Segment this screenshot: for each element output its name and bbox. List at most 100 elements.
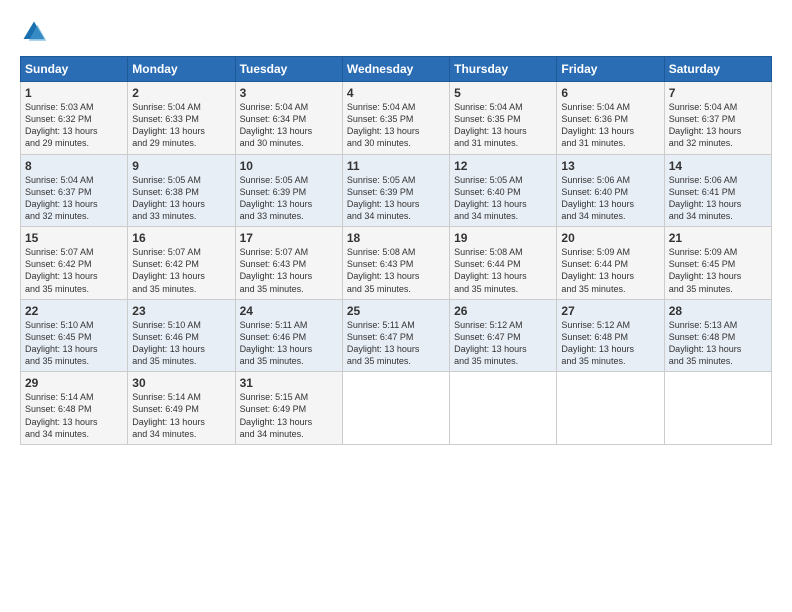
day-number: 27 [561, 304, 659, 318]
day-number: 26 [454, 304, 552, 318]
day-info: Sunrise: 5:06 AMSunset: 6:40 PMDaylight:… [561, 174, 659, 223]
day-cell: 29Sunrise: 5:14 AMSunset: 6:48 PMDayligh… [21, 372, 128, 445]
header-cell-wednesday: Wednesday [342, 57, 449, 82]
day-cell: 15Sunrise: 5:07 AMSunset: 6:42 PMDayligh… [21, 227, 128, 300]
day-cell: 8Sunrise: 5:04 AMSunset: 6:37 PMDaylight… [21, 154, 128, 227]
day-cell: 24Sunrise: 5:11 AMSunset: 6:46 PMDayligh… [235, 299, 342, 372]
day-number: 6 [561, 86, 659, 100]
day-number: 1 [25, 86, 123, 100]
logo-icon [20, 18, 48, 46]
header [20, 18, 772, 46]
day-cell: 6Sunrise: 5:04 AMSunset: 6:36 PMDaylight… [557, 82, 664, 155]
header-cell-sunday: Sunday [21, 57, 128, 82]
day-info: Sunrise: 5:12 AMSunset: 6:48 PMDaylight:… [561, 319, 659, 368]
day-number: 23 [132, 304, 230, 318]
day-cell: 7Sunrise: 5:04 AMSunset: 6:37 PMDaylight… [664, 82, 771, 155]
day-cell: 2Sunrise: 5:04 AMSunset: 6:33 PMDaylight… [128, 82, 235, 155]
day-number: 21 [669, 231, 767, 245]
day-info: Sunrise: 5:05 AMSunset: 6:38 PMDaylight:… [132, 174, 230, 223]
day-info: Sunrise: 5:05 AMSunset: 6:40 PMDaylight:… [454, 174, 552, 223]
day-info: Sunrise: 5:11 AMSunset: 6:47 PMDaylight:… [347, 319, 445, 368]
day-cell: 13Sunrise: 5:06 AMSunset: 6:40 PMDayligh… [557, 154, 664, 227]
calendar-table: SundayMondayTuesdayWednesdayThursdayFrid… [20, 56, 772, 445]
day-cell: 31Sunrise: 5:15 AMSunset: 6:49 PMDayligh… [235, 372, 342, 445]
day-cell: 3Sunrise: 5:04 AMSunset: 6:34 PMDaylight… [235, 82, 342, 155]
day-info: Sunrise: 5:08 AMSunset: 6:44 PMDaylight:… [454, 246, 552, 295]
day-number: 12 [454, 159, 552, 173]
day-cell [450, 372, 557, 445]
header-cell-friday: Friday [557, 57, 664, 82]
day-info: Sunrise: 5:05 AMSunset: 6:39 PMDaylight:… [347, 174, 445, 223]
day-info: Sunrise: 5:04 AMSunset: 6:35 PMDaylight:… [454, 101, 552, 150]
day-info: Sunrise: 5:06 AMSunset: 6:41 PMDaylight:… [669, 174, 767, 223]
day-cell: 30Sunrise: 5:14 AMSunset: 6:49 PMDayligh… [128, 372, 235, 445]
day-number: 29 [25, 376, 123, 390]
day-number: 11 [347, 159, 445, 173]
day-info: Sunrise: 5:04 AMSunset: 6:37 PMDaylight:… [25, 174, 123, 223]
day-number: 16 [132, 231, 230, 245]
header-cell-saturday: Saturday [664, 57, 771, 82]
day-number: 30 [132, 376, 230, 390]
day-info: Sunrise: 5:05 AMSunset: 6:39 PMDaylight:… [240, 174, 338, 223]
day-info: Sunrise: 5:13 AMSunset: 6:48 PMDaylight:… [669, 319, 767, 368]
day-cell: 17Sunrise: 5:07 AMSunset: 6:43 PMDayligh… [235, 227, 342, 300]
day-info: Sunrise: 5:08 AMSunset: 6:43 PMDaylight:… [347, 246, 445, 295]
week-row-4: 22Sunrise: 5:10 AMSunset: 6:45 PMDayligh… [21, 299, 772, 372]
day-info: Sunrise: 5:07 AMSunset: 6:42 PMDaylight:… [25, 246, 123, 295]
page: SundayMondayTuesdayWednesdayThursdayFrid… [0, 0, 792, 612]
day-cell: 11Sunrise: 5:05 AMSunset: 6:39 PMDayligh… [342, 154, 449, 227]
day-number: 14 [669, 159, 767, 173]
day-info: Sunrise: 5:07 AMSunset: 6:42 PMDaylight:… [132, 246, 230, 295]
day-info: Sunrise: 5:03 AMSunset: 6:32 PMDaylight:… [25, 101, 123, 150]
day-number: 5 [454, 86, 552, 100]
day-cell: 9Sunrise: 5:05 AMSunset: 6:38 PMDaylight… [128, 154, 235, 227]
day-info: Sunrise: 5:14 AMSunset: 6:49 PMDaylight:… [132, 391, 230, 440]
day-number: 10 [240, 159, 338, 173]
day-info: Sunrise: 5:15 AMSunset: 6:49 PMDaylight:… [240, 391, 338, 440]
day-cell: 22Sunrise: 5:10 AMSunset: 6:45 PMDayligh… [21, 299, 128, 372]
day-cell: 27Sunrise: 5:12 AMSunset: 6:48 PMDayligh… [557, 299, 664, 372]
day-number: 2 [132, 86, 230, 100]
day-info: Sunrise: 5:04 AMSunset: 6:34 PMDaylight:… [240, 101, 338, 150]
day-cell [342, 372, 449, 445]
week-row-5: 29Sunrise: 5:14 AMSunset: 6:48 PMDayligh… [21, 372, 772, 445]
day-info: Sunrise: 5:12 AMSunset: 6:47 PMDaylight:… [454, 319, 552, 368]
day-info: Sunrise: 5:10 AMSunset: 6:45 PMDaylight:… [25, 319, 123, 368]
day-cell: 19Sunrise: 5:08 AMSunset: 6:44 PMDayligh… [450, 227, 557, 300]
day-info: Sunrise: 5:04 AMSunset: 6:35 PMDaylight:… [347, 101, 445, 150]
day-cell: 26Sunrise: 5:12 AMSunset: 6:47 PMDayligh… [450, 299, 557, 372]
day-cell [664, 372, 771, 445]
day-number: 13 [561, 159, 659, 173]
day-info: Sunrise: 5:11 AMSunset: 6:46 PMDaylight:… [240, 319, 338, 368]
day-cell: 18Sunrise: 5:08 AMSunset: 6:43 PMDayligh… [342, 227, 449, 300]
day-number: 22 [25, 304, 123, 318]
day-cell: 20Sunrise: 5:09 AMSunset: 6:44 PMDayligh… [557, 227, 664, 300]
day-number: 4 [347, 86, 445, 100]
day-cell: 16Sunrise: 5:07 AMSunset: 6:42 PMDayligh… [128, 227, 235, 300]
day-info: Sunrise: 5:04 AMSunset: 6:37 PMDaylight:… [669, 101, 767, 150]
day-cell [557, 372, 664, 445]
day-cell: 21Sunrise: 5:09 AMSunset: 6:45 PMDayligh… [664, 227, 771, 300]
day-cell: 23Sunrise: 5:10 AMSunset: 6:46 PMDayligh… [128, 299, 235, 372]
day-cell: 28Sunrise: 5:13 AMSunset: 6:48 PMDayligh… [664, 299, 771, 372]
day-number: 20 [561, 231, 659, 245]
day-number: 8 [25, 159, 123, 173]
day-cell: 12Sunrise: 5:05 AMSunset: 6:40 PMDayligh… [450, 154, 557, 227]
day-cell: 25Sunrise: 5:11 AMSunset: 6:47 PMDayligh… [342, 299, 449, 372]
day-cell: 1Sunrise: 5:03 AMSunset: 6:32 PMDaylight… [21, 82, 128, 155]
day-cell: 14Sunrise: 5:06 AMSunset: 6:41 PMDayligh… [664, 154, 771, 227]
day-number: 7 [669, 86, 767, 100]
header-cell-monday: Monday [128, 57, 235, 82]
day-number: 18 [347, 231, 445, 245]
day-number: 15 [25, 231, 123, 245]
day-info: Sunrise: 5:14 AMSunset: 6:48 PMDaylight:… [25, 391, 123, 440]
header-row: SundayMondayTuesdayWednesdayThursdayFrid… [21, 57, 772, 82]
day-number: 19 [454, 231, 552, 245]
day-info: Sunrise: 5:10 AMSunset: 6:46 PMDaylight:… [132, 319, 230, 368]
day-cell: 5Sunrise: 5:04 AMSunset: 6:35 PMDaylight… [450, 82, 557, 155]
day-info: Sunrise: 5:04 AMSunset: 6:33 PMDaylight:… [132, 101, 230, 150]
day-number: 9 [132, 159, 230, 173]
week-row-1: 1Sunrise: 5:03 AMSunset: 6:32 PMDaylight… [21, 82, 772, 155]
day-info: Sunrise: 5:04 AMSunset: 6:36 PMDaylight:… [561, 101, 659, 150]
day-info: Sunrise: 5:07 AMSunset: 6:43 PMDaylight:… [240, 246, 338, 295]
